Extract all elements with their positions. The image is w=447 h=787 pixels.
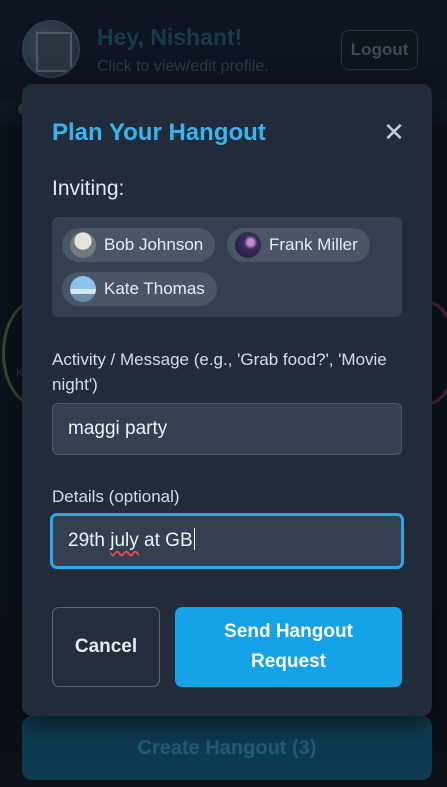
invitee-chip: Frank Miller: [227, 228, 370, 262]
avatar: [70, 232, 96, 258]
plan-hangout-modal: Plan Your Hangout ✕ Inviting: Bob Johnso…: [22, 84, 432, 716]
close-icon[interactable]: ✕: [382, 118, 406, 146]
details-text-end: at GB: [138, 530, 193, 551]
create-hangout-button[interactable]: Create Hangout (3): [22, 716, 432, 780]
modal-title: Plan Your Hangout: [52, 119, 266, 146]
details-text-start: 29th: [68, 530, 111, 551]
details-input[interactable]: 29th july at GB: [50, 513, 404, 569]
avatar: [70, 276, 96, 302]
send-hangout-request-button[interactable]: Send Hangout Request: [175, 607, 402, 687]
inviting-label: Inviting:: [52, 177, 125, 200]
cancel-button[interactable]: Cancel: [52, 607, 160, 687]
activity-input[interactable]: maggi party: [52, 403, 402, 455]
profile-avatar[interactable]: [22, 20, 80, 78]
invitee-name: Kate Thomas: [104, 279, 205, 298]
avatar: [235, 232, 261, 258]
invitee-name: Frank Miller: [269, 235, 358, 254]
invitee-chip: Kate Thomas: [62, 272, 217, 306]
logout-button[interactable]: Logout: [341, 30, 418, 70]
details-label: Details (optional): [52, 487, 180, 506]
profile-edit-hint[interactable]: Click to view/edit profile.: [97, 58, 269, 76]
invitee-list: Bob Johnson Frank Miller Kate Thomas: [52, 217, 402, 317]
text-caret: [193, 528, 195, 550]
invitee-chip: Bob Johnson: [62, 228, 216, 262]
invitee-name: Bob Johnson: [104, 235, 204, 254]
activity-label: Activity / Message (e.g., 'Grab food?', …: [52, 350, 387, 394]
details-text-misspelled: july: [110, 530, 139, 551]
greeting-title[interactable]: Hey, Nishant!: [97, 24, 242, 51]
